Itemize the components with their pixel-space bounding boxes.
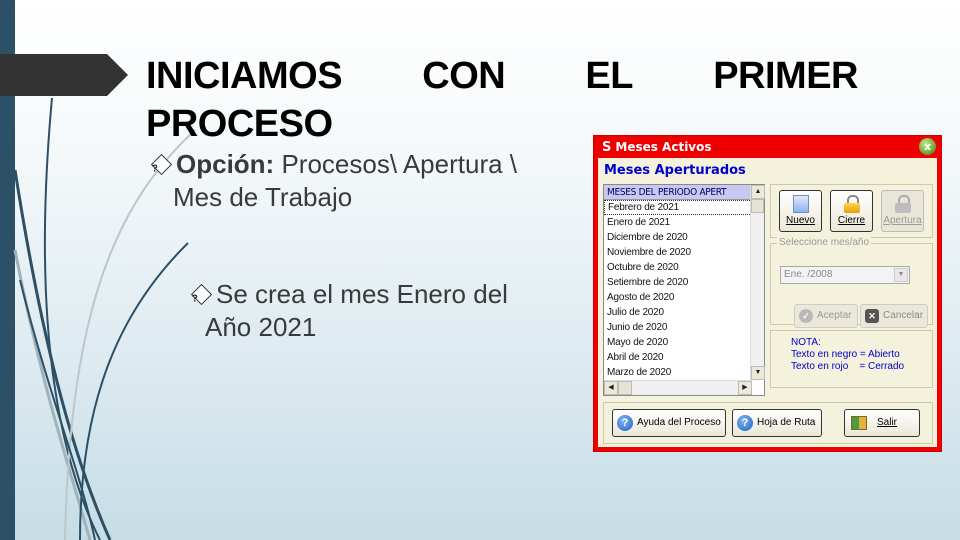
scroll-thumb[interactable] <box>618 381 632 395</box>
route-sheet-button[interactable]: ? Hoja de Ruta <box>732 409 822 437</box>
slide-title: INICIAMOS CON EL PRIMER PROCESO <box>146 52 858 148</box>
bullet-option: ? Opción: Procesos\ Apertura \ Mes de Tra… <box>148 148 588 214</box>
months-listbox[interactable]: MESES DEL PERIODO APERT Febrero de 2021 E… <box>603 184 765 396</box>
scroll-thumb[interactable] <box>751 199 764 213</box>
chevron-down-icon[interactable]: ▼ <box>894 268 908 282</box>
list-item[interactable]: Febrero de 2021 <box>604 200 752 215</box>
group-label: Seleccione mes/año <box>777 237 872 248</box>
combo-value: Ene. /2008 <box>784 269 833 280</box>
list-item[interactable]: Setiembre de 2020 <box>604 275 752 290</box>
help-label: Ayuda del Proceso <box>637 417 721 428</box>
close-icon[interactable]: x <box>919 138 936 155</box>
title-word: PRIMER <box>713 55 858 97</box>
open-month-label: Apertura <box>883 215 922 226</box>
section-heading: Meses Aperturados <box>604 163 746 178</box>
lock-icon <box>843 195 860 213</box>
process-help-button[interactable]: ? Ayuda del Proceso <box>612 409 726 437</box>
horizontal-scrollbar[interactable]: ◀ ▶ <box>604 380 752 395</box>
unlock-icon <box>894 195 911 213</box>
accept-button[interactable]: ✓ Aceptar <box>794 304 858 328</box>
list-item[interactable]: Noviembre de 2020 <box>604 245 752 260</box>
exit-label: Salir <box>877 417 898 428</box>
list-item[interactable]: Enero de 2021 <box>604 215 752 230</box>
title-arrow-tab <box>0 54 128 96</box>
note-line: Texto en negro = Abierto <box>791 349 900 360</box>
help-icon: ? <box>617 415 633 431</box>
scroll-up-icon[interactable]: ▲ <box>751 185 765 199</box>
list-item[interactable]: Marzo de 2020 <box>604 365 752 380</box>
accept-label: Aceptar <box>817 310 852 321</box>
app-logo-icon: S <box>602 140 612 155</box>
window-title: Meses Activos <box>615 140 712 154</box>
title-word: INICIAMOS <box>146 55 343 97</box>
list-item[interactable]: Diciembre de 2020 <box>604 230 752 245</box>
month-year-combobox[interactable]: Ene. /2008 ▼ <box>780 266 910 284</box>
legend-note: NOTA: Texto en negro = Abierto Texto en ro… <box>770 330 933 388</box>
new-label: Nuevo <box>786 215 815 226</box>
list-item[interactable]: Octubre de 2020 <box>604 260 752 275</box>
bottom-button-bar: ? Ayuda del Proceso ? Hoja de Ruta Salir <box>603 402 933 444</box>
check-icon: ✓ <box>799 309 813 323</box>
diamond-bullet-icon: ? <box>150 154 173 176</box>
cancel-button[interactable]: ✕ Cancelar <box>860 304 928 328</box>
close-month-label: Cierre <box>837 215 866 226</box>
close-month-button[interactable]: Cierre <box>830 190 873 232</box>
new-button[interactable]: Nuevo <box>779 190 822 232</box>
route-label: Hoja de Ruta <box>757 417 816 428</box>
bullet-continuation: Año 2021 <box>205 312 317 342</box>
help-icon: ? <box>737 415 753 431</box>
meses-activos-window: S Meses Activos x Meses Aperturados MESES… <box>593 135 942 452</box>
title-word: CON <box>422 55 506 97</box>
scroll-left-icon[interactable]: ◀ <box>604 381 618 395</box>
window-titlebar[interactable]: S Meses Activos x <box>594 136 941 158</box>
document-icon <box>792 195 809 213</box>
list-item[interactable]: Agosto de 2020 <box>604 290 752 305</box>
list-items: Febrero de 2021 Enero de 2021 Diciembre de… <box>604 200 752 380</box>
bullet-text: Se crea el mes Enero del <box>216 279 508 309</box>
cancel-label: Cancelar <box>883 310 924 321</box>
list-item[interactable]: Junio de 2020 <box>604 320 752 335</box>
exit-button[interactable]: Salir <box>844 409 920 437</box>
list-item[interactable]: Julio de 2020 <box>604 305 752 320</box>
vertical-scrollbar[interactable]: ▲ ▼ <box>750 185 765 380</box>
list-column-header[interactable]: MESES DEL PERIODO APERT <box>604 185 752 200</box>
scroll-down-icon[interactable]: ▼ <box>751 366 765 380</box>
exit-door-icon <box>851 416 867 430</box>
bullet-continuation: Mes de Trabajo <box>173 182 353 212</box>
note-title: NOTA: <box>791 337 821 348</box>
title-word: EL <box>585 55 633 97</box>
note-line: Texto en rojo = Cerrado <box>791 361 905 372</box>
window-body: Meses Aperturados MESES DEL PERIODO APER… <box>598 158 937 447</box>
list-item[interactable]: Abril de 2020 <box>604 350 752 365</box>
bullet-text: Procesos\ Apertura \ <box>274 149 518 179</box>
cancel-x-icon: ✕ <box>865 309 879 323</box>
diamond-bullet-icon: ? <box>190 284 213 306</box>
action-toolbar: Nuevo Cierre Apertura <box>770 184 933 238</box>
scroll-right-icon[interactable]: ▶ <box>738 381 752 395</box>
list-item[interactable]: Mayo de 2020 <box>604 335 752 350</box>
bullet-created-month: ? Se crea el mes Enero del Año 2021 <box>188 278 568 344</box>
open-month-button[interactable]: Apertura <box>881 190 924 232</box>
bullet-label: Opción: <box>176 149 275 179</box>
